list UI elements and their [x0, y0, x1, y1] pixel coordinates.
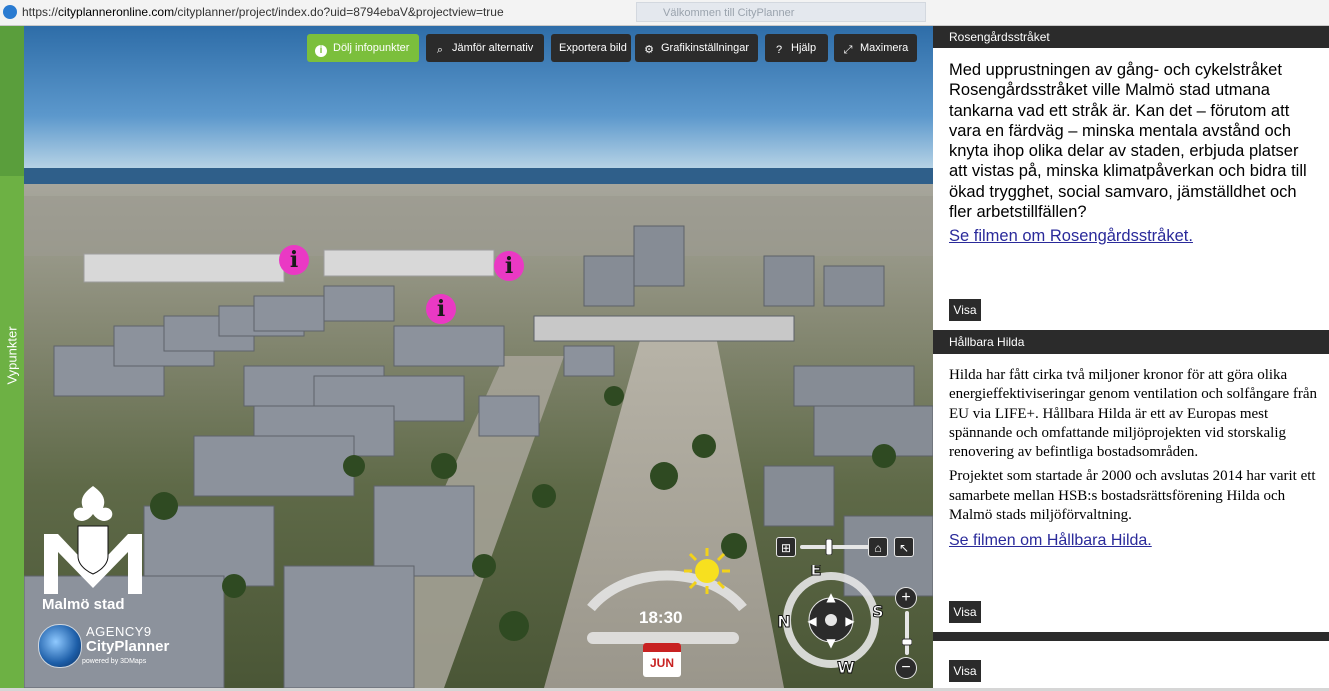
tilt-slider[interactable]: [800, 539, 870, 555]
time-readout: 18:30: [639, 608, 683, 627]
vypunkter-label[interactable]: Vypunkter: [5, 306, 20, 406]
info-pin[interactable]: i: [426, 294, 456, 324]
background-tab[interactable]: Välkommen till CityPlanner: [636, 2, 926, 22]
compare-alternatives-button[interactable]: ⌕ Jämför alternativ: [426, 34, 544, 62]
vypunkter-sidebar: Vypunkter: [0, 26, 24, 688]
sun-icon[interactable]: [682, 546, 732, 596]
navigation-widget[interactable]: ⊞ ⌂ ↖ ▲ ▼ ◀ ▶ N E S W + −: [772, 531, 922, 681]
cityplanner-name: CityPlanner: [86, 638, 170, 655]
visa-button[interactable]: Visa: [949, 660, 981, 682]
malmo-stad-label: Malmö stad: [42, 596, 125, 613]
visa-button[interactable]: Visa: [949, 601, 981, 623]
nav-up-arrow[interactable]: ▲: [826, 590, 836, 604]
zoom-slider[interactable]: [902, 611, 912, 655]
visa-button[interactable]: Visa: [949, 299, 981, 321]
help-button[interactable]: ? Hjälp: [765, 34, 828, 62]
url-path: /cityplanner/project/index.do?uid=8794eb…: [174, 5, 504, 19]
compass-n: N: [777, 612, 790, 631]
sun-time-widget[interactable]: 18:30 JUN: [587, 546, 747, 677]
card-paragraph: Med upprustningen av gång- och cykelstrå…: [949, 61, 1307, 222]
calendar-header: [643, 643, 681, 652]
info-panel: Rosengårdsstråket Med upprustningen av g…: [933, 26, 1329, 688]
compass-e: E: [811, 565, 822, 579]
maximize-button[interactable]: ⤢ Maximera: [834, 34, 917, 62]
nav-down-arrow[interactable]: ▼: [826, 636, 836, 650]
card-body-hallbara-hilda: Hilda har fått cirka två miljoner kronor…: [949, 366, 1319, 551]
compass-ring[interactable]: ▲ ▼ ◀ ▶ N E S W: [776, 565, 886, 675]
graphics-label: Grafikinställningar: [661, 42, 750, 54]
card-paragraph: Projektet som startade år 2000 och avslu…: [949, 468, 1316, 524]
export-image-button[interactable]: Exportera bild: [551, 34, 631, 62]
url-host: cityplanneronline.com: [58, 5, 175, 19]
export-label: Exportera bild: [559, 42, 627, 54]
nav-right-arrow[interactable]: ▶: [845, 614, 855, 628]
agency9-logo: AGENCY9 CityPlanner powered by 3DMaps: [38, 624, 198, 674]
browser-address-bar[interactable]: https://cityplanneronline.com/cityplanne…: [0, 0, 1329, 26]
url-text[interactable]: https://cityplanneronline.com/cityplanne…: [22, 5, 504, 19]
url-prefix: https://: [22, 5, 59, 19]
maximize-label: Maximera: [860, 42, 909, 54]
nav-left-arrow[interactable]: ◀: [807, 614, 817, 628]
site-favicon-icon: [3, 5, 17, 19]
maximize-icon: ⤢: [843, 44, 853, 56]
film-link-hallbara-hilda[interactable]: Se filmen om Hållbara Hilda.: [949, 531, 1319, 550]
calendar-month-button[interactable]: JUN: [643, 643, 681, 677]
map-3d-viewport[interactable]: i Dölj infopunkter ⌕ Jämför alternativ Exp…: [24, 26, 933, 688]
help-label: Hjälp: [791, 42, 817, 54]
zoom-out-button[interactable]: −: [895, 657, 917, 679]
card-divider: [933, 632, 1329, 641]
compare-label: Jämför alternativ: [452, 42, 534, 54]
card-body-rosengardsstraket: Med upprustningen av gång- och cykelstrå…: [949, 60, 1319, 247]
pointer-button[interactable]: ↖: [894, 537, 914, 557]
card-paragraph: Hilda har fått cirka två miljoner kronor…: [949, 367, 1318, 461]
compass-s: S: [872, 602, 884, 621]
perspective-button[interactable]: ⌂: [868, 537, 888, 557]
question-icon: ?: [775, 44, 783, 56]
film-link-rosengardsstraket[interactable]: Se filmen om Rosengårdsstråket.: [949, 226, 1319, 246]
hide-infopoints-button[interactable]: i Dölj infopunkter: [307, 34, 419, 62]
vypunkter-tab[interactable]: [0, 176, 24, 688]
info-icon: i: [315, 45, 327, 57]
info-pin[interactable]: i: [279, 245, 309, 275]
month-label: JUN: [649, 656, 674, 670]
compass-w: W: [837, 658, 855, 675]
view-grid-button[interactable]: ⊞: [776, 537, 796, 557]
powered-by-label: powered by 3DMaps: [82, 658, 147, 665]
agency9-name: AGENCY9: [86, 624, 152, 639]
search-icon: ⌕: [436, 44, 444, 56]
globe-icon: [38, 624, 82, 668]
graphics-settings-button[interactable]: ⚙ Grafikinställningar: [635, 34, 758, 62]
gear-icon: ⚙: [644, 44, 654, 56]
card-title-rosengardsstraket: Rosengårdsstråket: [933, 26, 1329, 48]
info-pin[interactable]: i: [494, 251, 524, 281]
zoom-in-button[interactable]: +: [895, 587, 917, 609]
card-title-hallbara-hilda: Hållbara Hilda: [933, 330, 1329, 354]
hide-infopoints-label: Dölj infopunkter: [333, 42, 410, 54]
